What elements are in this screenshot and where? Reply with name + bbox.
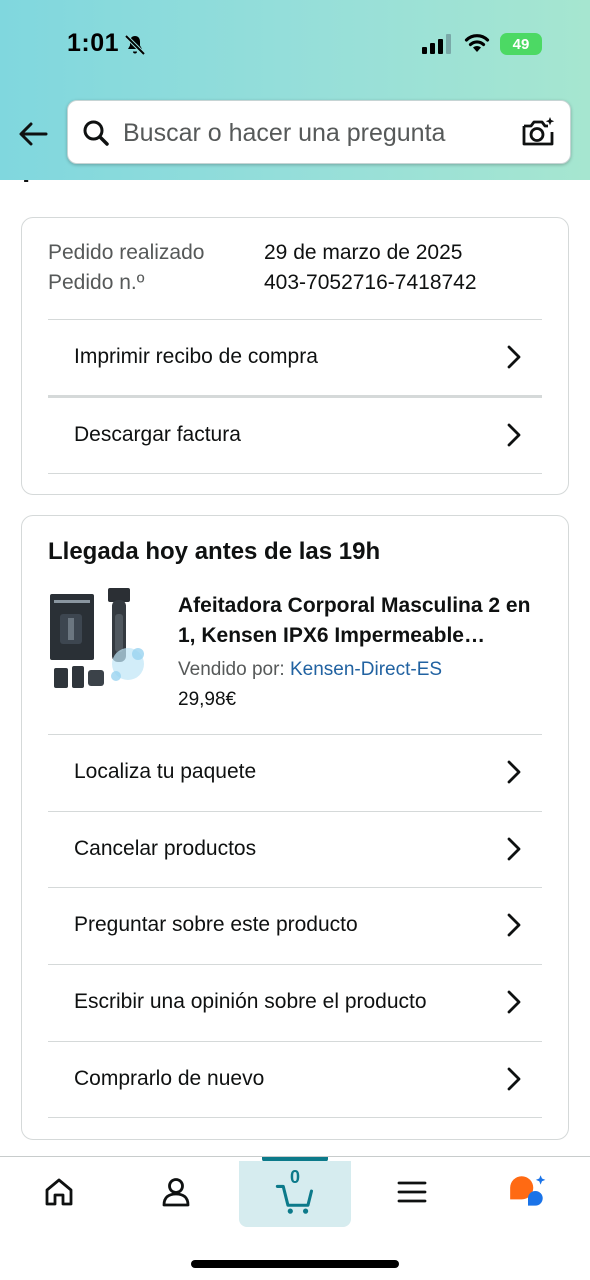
status-time: 1:01 bbox=[67, 29, 120, 57]
nav-cart[interactable]: 0 bbox=[239, 1161, 351, 1227]
chevron-right-icon bbox=[507, 423, 521, 447]
product-title[interactable]: Afeitadora Corporal Masculina 2 en 1, Ke… bbox=[178, 591, 544, 651]
back-arrow-icon[interactable] bbox=[16, 117, 50, 151]
order-date-label: Pedido realizado bbox=[48, 241, 205, 264]
track-package-label: Localiza tu paquete bbox=[74, 760, 257, 783]
print-receipt-link[interactable]: Imprimir recibo de compra bbox=[48, 320, 542, 394]
write-review-label: Escribir una opinión sobre el producto bbox=[74, 990, 427, 1013]
chevron-right-icon bbox=[507, 760, 521, 784]
menu-icon bbox=[397, 1181, 427, 1203]
divider bbox=[48, 1117, 542, 1118]
download-invoice-label: Descargar factura bbox=[74, 423, 241, 446]
camera-search-icon[interactable] bbox=[520, 115, 556, 151]
battery-indicator: 49 bbox=[500, 33, 542, 55]
nav-account[interactable] bbox=[120, 1157, 232, 1227]
chevron-right-icon bbox=[507, 1067, 521, 1091]
cancel-items-link[interactable]: Cancelar productos bbox=[48, 812, 542, 886]
shipment-card: Llegada hoy antes de las 19h Afeitadora … bbox=[21, 515, 569, 1140]
nav-home[interactable] bbox=[3, 1157, 115, 1227]
seller-link[interactable]: Kensen-Direct-ES bbox=[290, 659, 442, 680]
cancel-items-label: Cancelar productos bbox=[74, 837, 257, 860]
arrival-status: Llegada hoy antes de las 19h bbox=[48, 538, 381, 565]
chevron-right-icon bbox=[507, 990, 521, 1014]
buy-again-label: Comprarlo de nuevo bbox=[74, 1067, 265, 1090]
order-number-label: Pedido n.º bbox=[48, 271, 145, 294]
chevron-right-icon bbox=[507, 345, 521, 369]
sold-by-label: Vendido por: bbox=[178, 659, 285, 680]
nav-menu[interactable] bbox=[356, 1157, 468, 1227]
download-invoice-link[interactable]: Descargar factura bbox=[48, 398, 542, 472]
divider bbox=[48, 473, 542, 474]
status-bar: 1:01 49 bbox=[0, 0, 590, 90]
seller-info: Vendido por: Kensen-Direct-ES bbox=[178, 659, 442, 681]
account-icon bbox=[162, 1178, 190, 1207]
home-indicator bbox=[191, 1260, 399, 1268]
home-icon bbox=[45, 1178, 73, 1206]
cart-count: 0 bbox=[289, 1167, 300, 1187]
nav-rufus[interactable] bbox=[472, 1157, 584, 1227]
rufus-ai-icon bbox=[510, 1175, 546, 1206]
wifi-icon bbox=[464, 34, 490, 52]
battery-level: 49 bbox=[512, 35, 530, 53]
search-bar[interactable] bbox=[67, 100, 571, 164]
search-input[interactable] bbox=[123, 113, 503, 153]
product-price: 29,98€ bbox=[178, 689, 237, 710]
search-icon bbox=[83, 120, 109, 146]
ask-product-question-label: Preguntar sobre este producto bbox=[74, 913, 358, 936]
ask-product-question-link[interactable]: Preguntar sobre este producto bbox=[48, 888, 542, 962]
track-package-link[interactable]: Localiza tu paquete bbox=[48, 735, 542, 809]
order-date-value: 29 de marzo de 2025 bbox=[264, 241, 463, 264]
order-summary-card: Pedido realizado 29 de marzo de 2025 Ped… bbox=[21, 217, 569, 495]
write-review-link[interactable]: Escribir una opinión sobre el producto bbox=[48, 965, 542, 1039]
product-image[interactable] bbox=[46, 584, 158, 696]
print-receipt-label: Imprimir recibo de compra bbox=[74, 345, 318, 368]
app-header: 1:01 49 bbox=[0, 0, 590, 180]
cellular-signal-icon bbox=[422, 34, 451, 54]
order-number-value: 403-7052716-7418742 bbox=[264, 271, 477, 294]
chevron-right-icon bbox=[507, 837, 521, 861]
buy-again-link[interactable]: Comprarlo de nuevo bbox=[48, 1042, 542, 1116]
silent-bell-icon bbox=[124, 34, 146, 56]
chevron-right-icon bbox=[507, 913, 521, 937]
